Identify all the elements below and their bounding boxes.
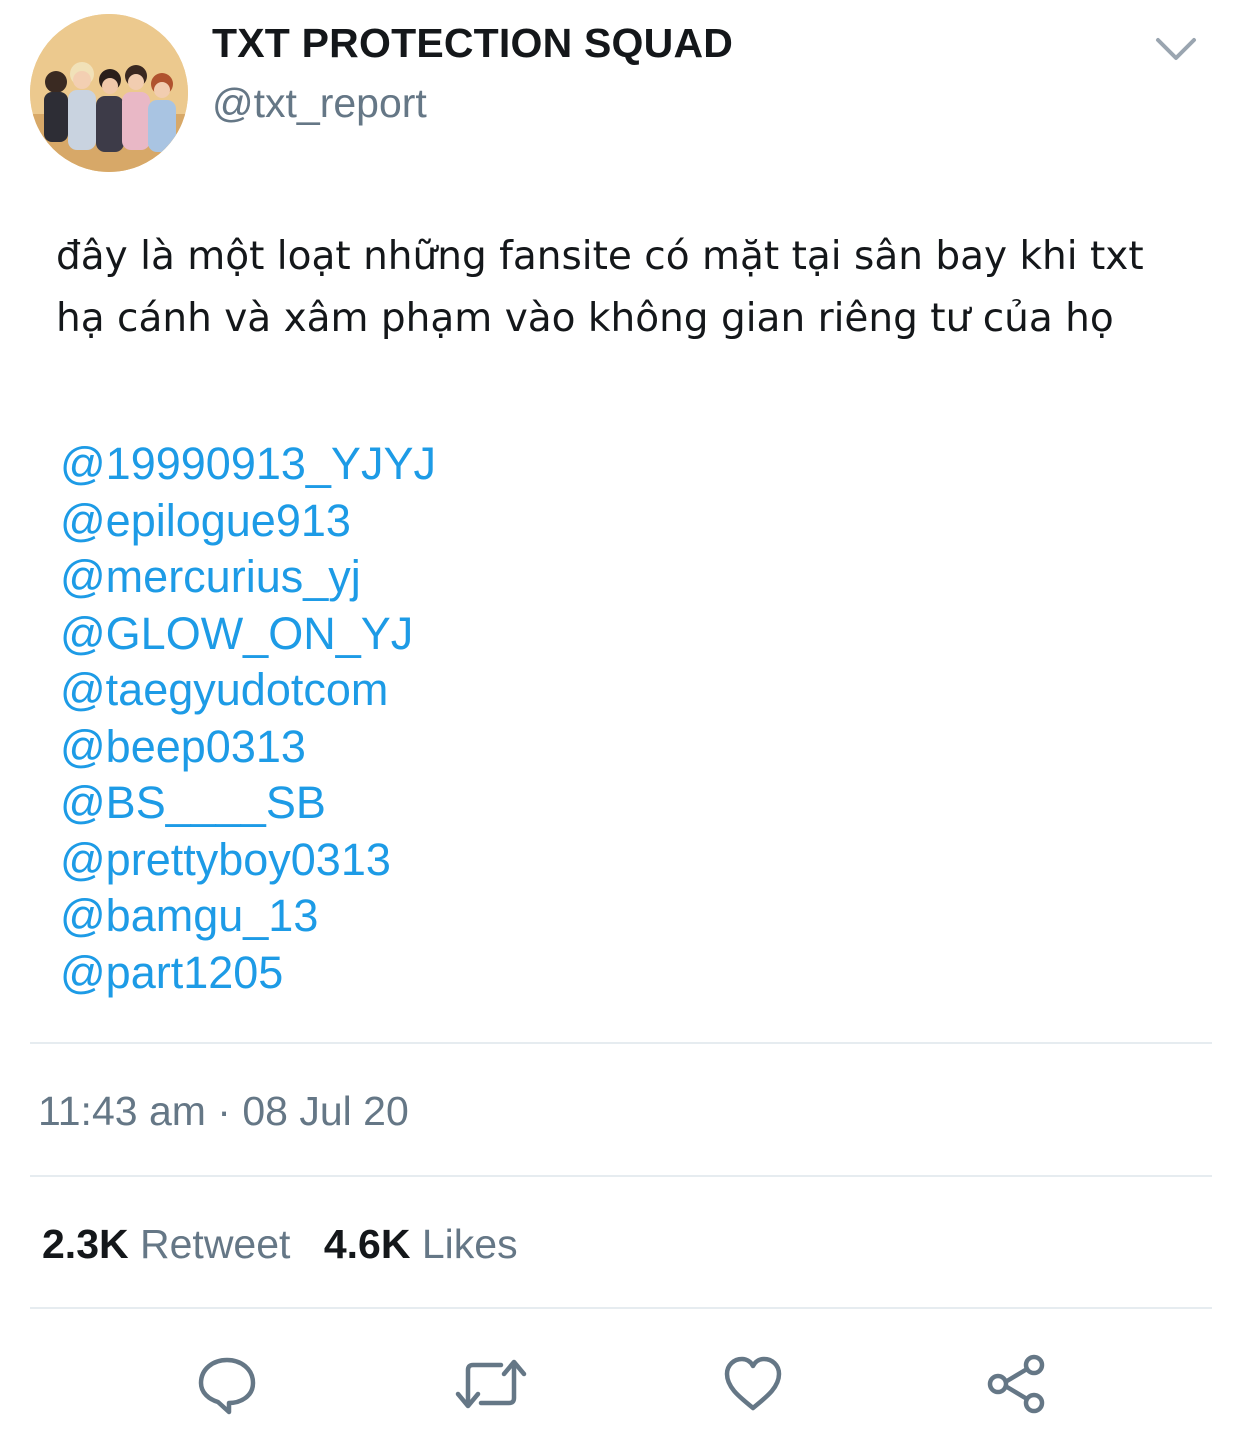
mention-link[interactable]: @mercurius_yj <box>60 549 436 606</box>
mention-link[interactable]: @beep0313 <box>60 719 436 776</box>
tweet-text: đây là một loạt những fansite có mặt tại… <box>56 226 1216 350</box>
share-button[interactable] <box>985 1352 1049 1416</box>
like-label[interactable]: Likes <box>422 1221 518 1267</box>
retweet-icon <box>455 1359 527 1409</box>
mention-list: @19990913_YJYJ @epilogue913 @mercurius_y… <box>60 436 436 1001</box>
mention-link[interactable]: @GLOW_ON_YJ <box>60 606 436 663</box>
avatar[interactable] <box>30 14 188 172</box>
divider <box>30 1042 1212 1044</box>
tweet-text-line: đây là một loạt những fansite có mặt tại… <box>56 234 1144 279</box>
retweet-button[interactable] <box>455 1352 527 1416</box>
display-name[interactable]: TXT PROTECTION SQUAD <box>212 20 733 67</box>
engagement-stats: 2.3K Retweet 4.6K Likes <box>42 1221 518 1268</box>
like-count[interactable]: 4.6K <box>324 1221 411 1267</box>
mention-link[interactable]: @bamgu_13 <box>60 888 436 945</box>
retweet-count[interactable]: 2.3K <box>42 1221 129 1267</box>
share-icon <box>987 1354 1045 1414</box>
tweet-timestamp[interactable]: 11:43 am · 08 Jul 20 <box>38 1088 409 1135</box>
like-icon <box>724 1356 782 1411</box>
tweet-text-line: hạ cánh và xâm phạm vào không gian riêng… <box>56 296 1114 341</box>
mention-link[interactable]: @prettyboy0313 <box>60 832 436 889</box>
divider <box>30 1175 1212 1177</box>
mention-link[interactable]: @BS____SB <box>60 775 436 832</box>
more-options-button[interactable] <box>1150 30 1202 70</box>
retweet-label[interactable]: Retweet <box>140 1221 290 1267</box>
group-photo-avatar-icon <box>30 14 188 172</box>
chevron-down-icon <box>1156 38 1196 60</box>
user-handle[interactable]: @txt_report <box>212 80 427 127</box>
mention-link[interactable]: @19990913_YJYJ <box>60 436 436 493</box>
mention-link[interactable]: @part1205 <box>60 945 436 1002</box>
reply-icon <box>198 1357 256 1415</box>
reply-button[interactable] <box>195 1352 259 1416</box>
like-button[interactable] <box>721 1352 785 1416</box>
mention-link[interactable]: @epilogue913 <box>60 493 436 550</box>
divider <box>30 1307 1212 1309</box>
mention-link[interactable]: @taegyudotcom <box>60 662 436 719</box>
